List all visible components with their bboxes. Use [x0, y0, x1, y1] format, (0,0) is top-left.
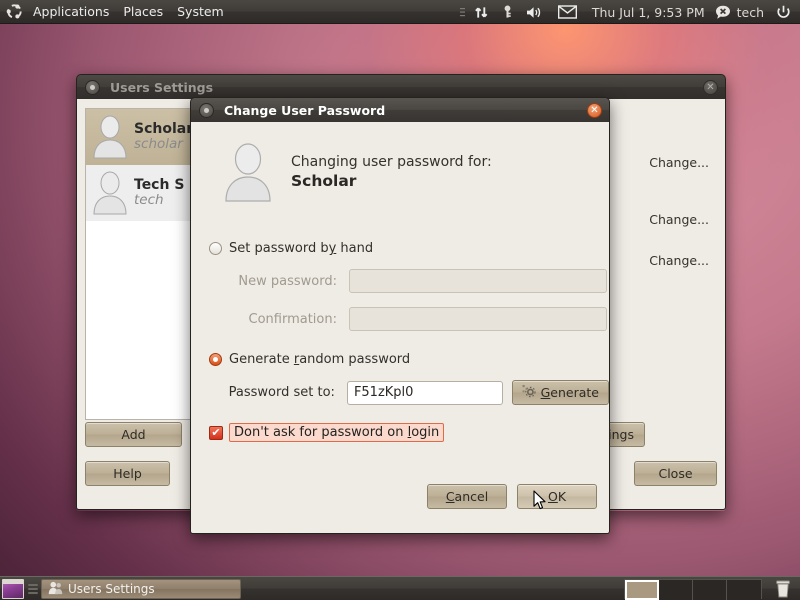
window-menu-icon[interactable] — [85, 79, 100, 95]
window-menu-icon[interactable] — [199, 102, 214, 118]
close-icon[interactable]: ✕ — [703, 80, 718, 95]
user-full-name: Tech S — [134, 177, 185, 194]
new-password-label: New password: — [238, 273, 337, 289]
desktop: Applications Places System Thu Jul 1, 9:… — [0, 0, 800, 600]
generate-gear-icon — [522, 384, 536, 401]
window-title: Users Settings — [110, 79, 214, 95]
dialog-title: Change User Password — [224, 102, 386, 118]
radio-label-random: Generate random password — [229, 352, 411, 367]
list-item[interactable]: Tech S tech — [86, 165, 206, 221]
menu-applications[interactable]: Applications — [26, 2, 116, 21]
user-login-name: tech — [134, 192, 164, 209]
menu-places[interactable]: Places — [116, 2, 170, 21]
dont-ask-password-label: Don't ask for password on login — [229, 423, 445, 442]
workspace-2[interactable] — [659, 580, 693, 600]
user-login-name: scholar — [134, 136, 183, 153]
generate-button[interactable]: Generate — [511, 380, 609, 405]
users-window-titlebar[interactable]: Users Settings ✕ — [76, 74, 726, 99]
workspace-1[interactable] — [625, 580, 659, 600]
new-password-input[interactable] — [349, 269, 607, 293]
clock[interactable]: Thu Jul 1, 9:53 PM — [586, 5, 711, 20]
workspace-4[interactable] — [727, 580, 761, 600]
chat-status-icon[interactable] — [711, 0, 735, 24]
change-language-link[interactable]: Change... — [649, 253, 709, 268]
ok-button[interactable]: OK — [517, 484, 597, 509]
cancel-button[interactable]: Cancel — [427, 484, 507, 509]
close-button[interactable]: Close — [634, 461, 717, 486]
workspace-switcher[interactable] — [624, 579, 762, 600]
trash-icon[interactable] — [770, 579, 796, 599]
user-full-name: Scholar — [134, 121, 194, 138]
add-user-button[interactable]: Add — [85, 422, 182, 447]
password-set-to-label: Password set to: — [228, 385, 335, 400]
confirmation-row: Confirmation: — [191, 307, 609, 331]
password-set-to-row: Password set to: F51zKpl0 Generate — [191, 380, 609, 405]
change-password-link[interactable]: Change... — [649, 155, 709, 170]
dialog-titlebar[interactable]: Change User Password ✕ — [190, 97, 610, 122]
radio-indicator-icon[interactable] — [209, 242, 222, 255]
dont-ask-password-checkbox-row[interactable]: ✔ Don't ask for password on login — [191, 423, 609, 442]
ubuntu-logo-icon[interactable] — [3, 1, 25, 23]
close-icon[interactable]: ✕ — [587, 103, 602, 118]
help-button[interactable]: Help — [85, 461, 170, 486]
list-item[interactable]: Scholar scholar — [86, 109, 206, 165]
change-password-dialog: Change User Password ✕ Changing user pas… — [190, 97, 610, 534]
mail-envelope-icon[interactable] — [549, 0, 586, 24]
radio-set-password-by-hand[interactable]: Set password by hand — [191, 241, 609, 256]
radio-label-manual: Set password by hand — [229, 241, 374, 256]
taskbar-item-users-settings[interactable]: Users Settings — [41, 578, 241, 599]
user-name[interactable]: tech — [735, 5, 772, 20]
confirmation-label: Confirmation: — [248, 311, 338, 327]
user-list[interactable]: Scholar scholar Tech S tech — [85, 108, 207, 420]
panel-grip-icon[interactable] — [28, 581, 38, 597]
dialog-button-box: Cancel OK — [427, 484, 597, 509]
workspace-3[interactable] — [693, 580, 727, 600]
confirmation-input[interactable] — [349, 307, 607, 331]
new-password-row: New password: — [191, 269, 609, 293]
radio-indicator-icon[interactable] — [209, 353, 222, 366]
dialog-heading-username: Scholar — [291, 172, 357, 191]
volume-icon[interactable] — [520, 0, 549, 24]
change-account-type-link[interactable]: Change... — [649, 212, 709, 227]
show-desktop-icon[interactable] — [2, 578, 24, 599]
dialog-body: Changing user password for: Scholar Set … — [190, 122, 610, 534]
bottom-panel: Users Settings — [0, 576, 800, 600]
panel-tray: Thu Jul 1, 9:53 PM tech — [457, 0, 800, 24]
dialog-header: Changing user password for: Scholar — [191, 122, 609, 205]
checkbox-indicator-icon[interactable]: ✔ — [209, 425, 223, 440]
radio-generate-random-password[interactable]: Generate random password — [191, 352, 609, 367]
user-avatar-icon — [90, 113, 130, 162]
top-panel: Applications Places System Thu Jul 1, 9:… — [0, 0, 800, 24]
generate-label: enerate — [550, 385, 599, 400]
generate-label-mnemonic: G — [540, 385, 551, 400]
power-icon[interactable] — [772, 0, 795, 24]
user-avatar-large-icon — [221, 140, 275, 205]
bluetooth-icon[interactable] — [495, 0, 520, 24]
dialog-heading-line1: Changing user password for: — [291, 153, 492, 170]
password-set-to-input[interactable]: F51zKpl0 — [346, 380, 503, 405]
taskbar-item-label: Users Settings — [68, 581, 155, 596]
users-settings-icon — [48, 580, 63, 598]
user-avatar-icon — [90, 169, 130, 218]
grip-handle-icon[interactable] — [457, 0, 468, 24]
network-transfer-icon[interactable] — [468, 0, 495, 24]
menu-system[interactable]: System — [170, 2, 231, 21]
mouse-pointer-icon — [533, 490, 547, 511]
